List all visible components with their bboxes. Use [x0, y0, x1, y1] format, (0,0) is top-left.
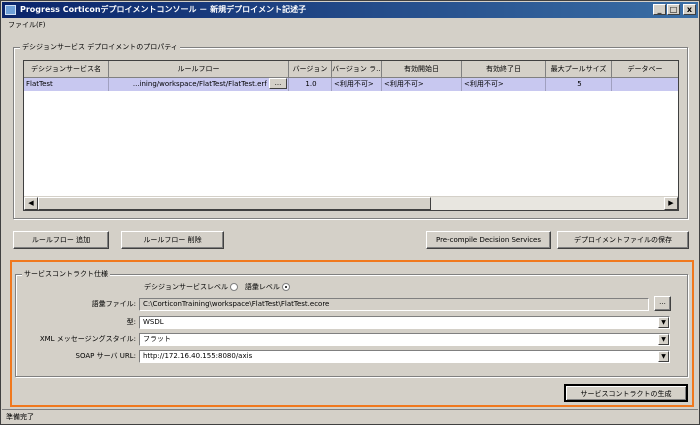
cell-database[interactable] — [612, 78, 678, 91]
properties-group-title: デシジョンサービス デプロイメントのプロパティ — [20, 42, 180, 52]
cell-name[interactable]: FlatTest — [24, 78, 109, 91]
window-title: Progress Corticonデプロイメントコンソール － 新規デプロイメン… — [20, 5, 307, 14]
menu-bar: ファイル(F) — [2, 19, 698, 32]
type-select[interactable]: WSDL ▼ — [139, 316, 670, 329]
generate-contract-button[interactable]: サービスコントラクトの生成 — [564, 384, 688, 402]
app-window: Progress Corticonデプロイメントコンソール － 新規デプロイメン… — [0, 0, 700, 425]
table-row[interactable]: FlatTest ...ining/workspace/FlatTest/Fla… — [24, 78, 678, 91]
soap-url-select[interactable]: http://172.16.40.155:8080/axis ▼ — [139, 350, 670, 363]
xml-style-label: XML メッセージングスタイル: — [39, 335, 136, 343]
precompile-button[interactable]: Pre-compile Decision Services — [426, 231, 551, 249]
ruleflow-browse-button[interactable]: ... — [269, 78, 287, 89]
horizontal-scrollbar[interactable]: ◀ ▶ — [24, 196, 678, 210]
status-bar: 準備完了 — [2, 409, 698, 424]
col-decision-service-name[interactable]: デシジョンサービス名 — [24, 61, 109, 78]
soap-url-select-value: http://172.16.40.155:8080/axis — [143, 352, 253, 360]
cell-ruleflow-path: ...ining/workspace/FlatTest/FlatTest.erf — [132, 80, 267, 88]
maximize-button[interactable]: □ — [667, 4, 680, 15]
col-database[interactable]: データベー — [612, 61, 678, 78]
chevron-down-icon[interactable]: ▼ — [658, 334, 669, 345]
cell-start-date[interactable]: <利用不可> — [382, 78, 462, 91]
title-bar[interactable]: Progress Corticonデプロイメントコンソール － 新規デプロイメン… — [2, 2, 698, 18]
xml-style-select[interactable]: フラット ▼ — [139, 333, 670, 346]
ruleflow-table: デシジョンサービス名 ルールフロー バージョン バージョン ラ... 有効開始日… — [23, 60, 679, 211]
radio-decision-level-label: デシジョンサービスレベル — [144, 283, 228, 291]
level-radio-group: デシジョンサービスレベル 語彙レベル — [144, 281, 291, 293]
col-ruleflow[interactable]: ルールフロー — [109, 61, 289, 78]
scroll-left-icon[interactable]: ◀ — [24, 197, 38, 210]
remove-ruleflow-button[interactable]: ルールフロー 削除 — [121, 231, 224, 249]
radio-decision-level[interactable] — [230, 283, 239, 291]
scroll-thumb[interactable] — [38, 197, 431, 210]
type-label: 型: — [126, 318, 136, 326]
radio-vocab-level-label: 語彙レベル — [244, 283, 280, 291]
radio-vocab-level[interactable] — [282, 283, 291, 291]
vocab-file-label: 語彙ファイル: — [91, 300, 136, 308]
cell-version[interactable]: 1.0 — [289, 78, 332, 91]
cell-end-date[interactable]: <利用不可> — [462, 78, 546, 91]
cell-version-label[interactable]: <利用不可> — [332, 78, 382, 91]
xml-style-select-value: フラット — [143, 335, 171, 343]
col-start-date[interactable]: 有効開始日 — [382, 61, 462, 78]
soap-url-label: SOAP サーバ URL: — [75, 352, 136, 360]
menu-file[interactable]: ファイル(F) — [8, 21, 46, 29]
app-icon — [5, 5, 16, 15]
add-ruleflow-button[interactable]: ルールフロー 追加 — [13, 231, 109, 249]
vocab-browse-button[interactable]: ... — [654, 296, 671, 311]
contract-group-title: サービスコントラクト仕様 — [22, 269, 110, 279]
type-select-value: WSDL — [143, 318, 164, 326]
save-deployment-button[interactable]: デプロイメントファイルの保存 — [557, 231, 689, 249]
close-button[interactable]: x — [683, 4, 696, 15]
vocab-file-field[interactable]: C:\CorticonTraining\workspace\FlatTest\F… — [139, 298, 649, 311]
col-version[interactable]: バージョン — [289, 61, 332, 78]
minimize-button[interactable]: _ — [653, 4, 666, 15]
col-end-date[interactable]: 有効終了日 — [462, 61, 546, 78]
cell-max-pool[interactable]: 5 — [546, 78, 612, 91]
cell-ruleflow[interactable]: ...ining/workspace/FlatTest/FlatTest.erf… — [109, 78, 289, 91]
col-max-pool-size[interactable]: 最大プールサイズ — [546, 61, 612, 78]
chevron-down-icon[interactable]: ▼ — [658, 317, 669, 328]
status-text: 準備完了 — [6, 413, 34, 421]
table-header: デシジョンサービス名 ルールフロー バージョン バージョン ラ... 有効開始日… — [24, 61, 678, 78]
chevron-down-icon[interactable]: ▼ — [658, 351, 669, 362]
scroll-right-icon[interactable]: ▶ — [664, 197, 678, 210]
col-version-label[interactable]: バージョン ラ... — [332, 61, 382, 78]
